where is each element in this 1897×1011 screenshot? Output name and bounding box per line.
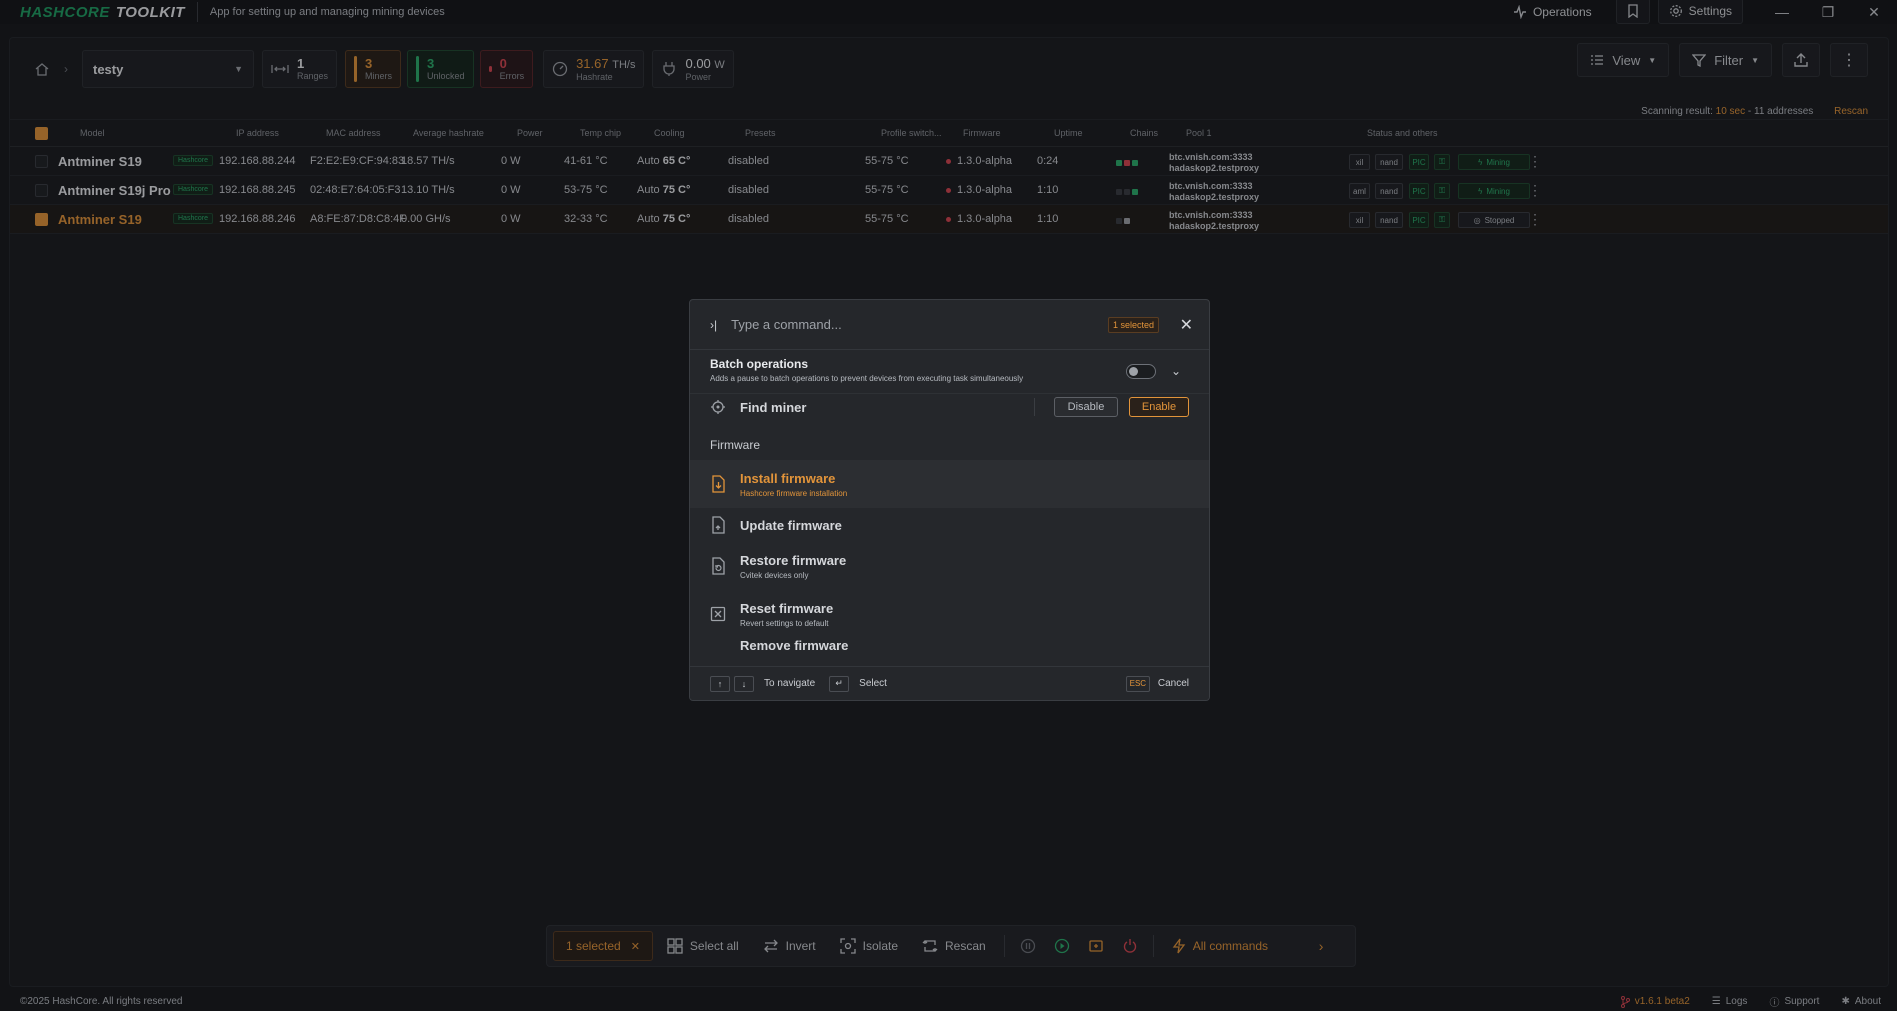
enable-button[interactable]: Enable [1129,397,1189,417]
find-miner-label: Find miner [740,399,807,415]
section-firmware: Firmware [710,438,760,452]
restore-firmware-title: Restore firmware [740,552,847,568]
navigate-hint: To navigate [764,678,816,689]
find-miner-row: Find miner Disable Enable [690,394,1209,420]
cancel-hint[interactable]: Cancel [1158,678,1189,689]
remove-firmware-title: Remove firmware [740,638,849,652]
palette-footer: ↑ ↓ To navigate ↵ Select ESC Cancel [690,666,1209,700]
restore-firmware-item[interactable]: Restore firmware Cvitek devices only [690,542,1209,590]
command-prompt-icon: ›| [710,317,718,332]
close-icon[interactable]: ✕ [1180,315,1193,335]
reset-firmware-title: Reset firmware [740,600,834,616]
restore-firmware-desc: Cvitek devices only [740,570,809,580]
file-download-icon [712,475,725,493]
arrow-down-icon: ↓ [734,675,754,692]
remove-firmware-item[interactable]: Remove firmware [690,638,1209,652]
command-search: ›| 1 selected ✕ [690,300,1209,350]
file-restore-icon [712,557,725,575]
disable-button[interactable]: Disable [1054,397,1118,417]
batch-toggle[interactable] [1126,364,1156,379]
chevron-down-icon[interactable]: ⌄ [1171,364,1181,378]
selected-badge: 1 selected [1107,317,1159,333]
file-update-icon [712,516,725,534]
select-hint: Select [859,678,887,689]
update-firmware-item[interactable]: Update firmware [690,508,1209,542]
batch-title: Batch operations [710,357,809,371]
command-palette: ›| 1 selected ✕ Batch operations Adds a … [689,299,1210,701]
enter-icon: ↵ [829,675,850,692]
locate-icon [711,400,725,414]
arrow-up-icon: ↑ [710,675,730,692]
batch-operations: Batch operations Adds a pause to batch o… [690,350,1209,394]
reset-firmware-item[interactable]: Reset firmware Revert settings to default [690,590,1209,638]
install-firmware-item[interactable]: Install firmware Hashcore firmware instal… [690,460,1209,508]
reset-icon [710,606,726,622]
batch-description: Adds a pause to batch operations to prev… [710,374,1024,383]
reset-firmware-desc: Revert settings to default [740,618,829,628]
command-input[interactable] [731,317,1032,332]
divider [1034,398,1035,416]
update-firmware-title: Update firmware [740,517,842,533]
install-firmware-title: Install firmware [740,470,836,486]
esc-key: ESC [1125,675,1150,692]
install-firmware-desc: Hashcore firmware installation [740,488,848,498]
